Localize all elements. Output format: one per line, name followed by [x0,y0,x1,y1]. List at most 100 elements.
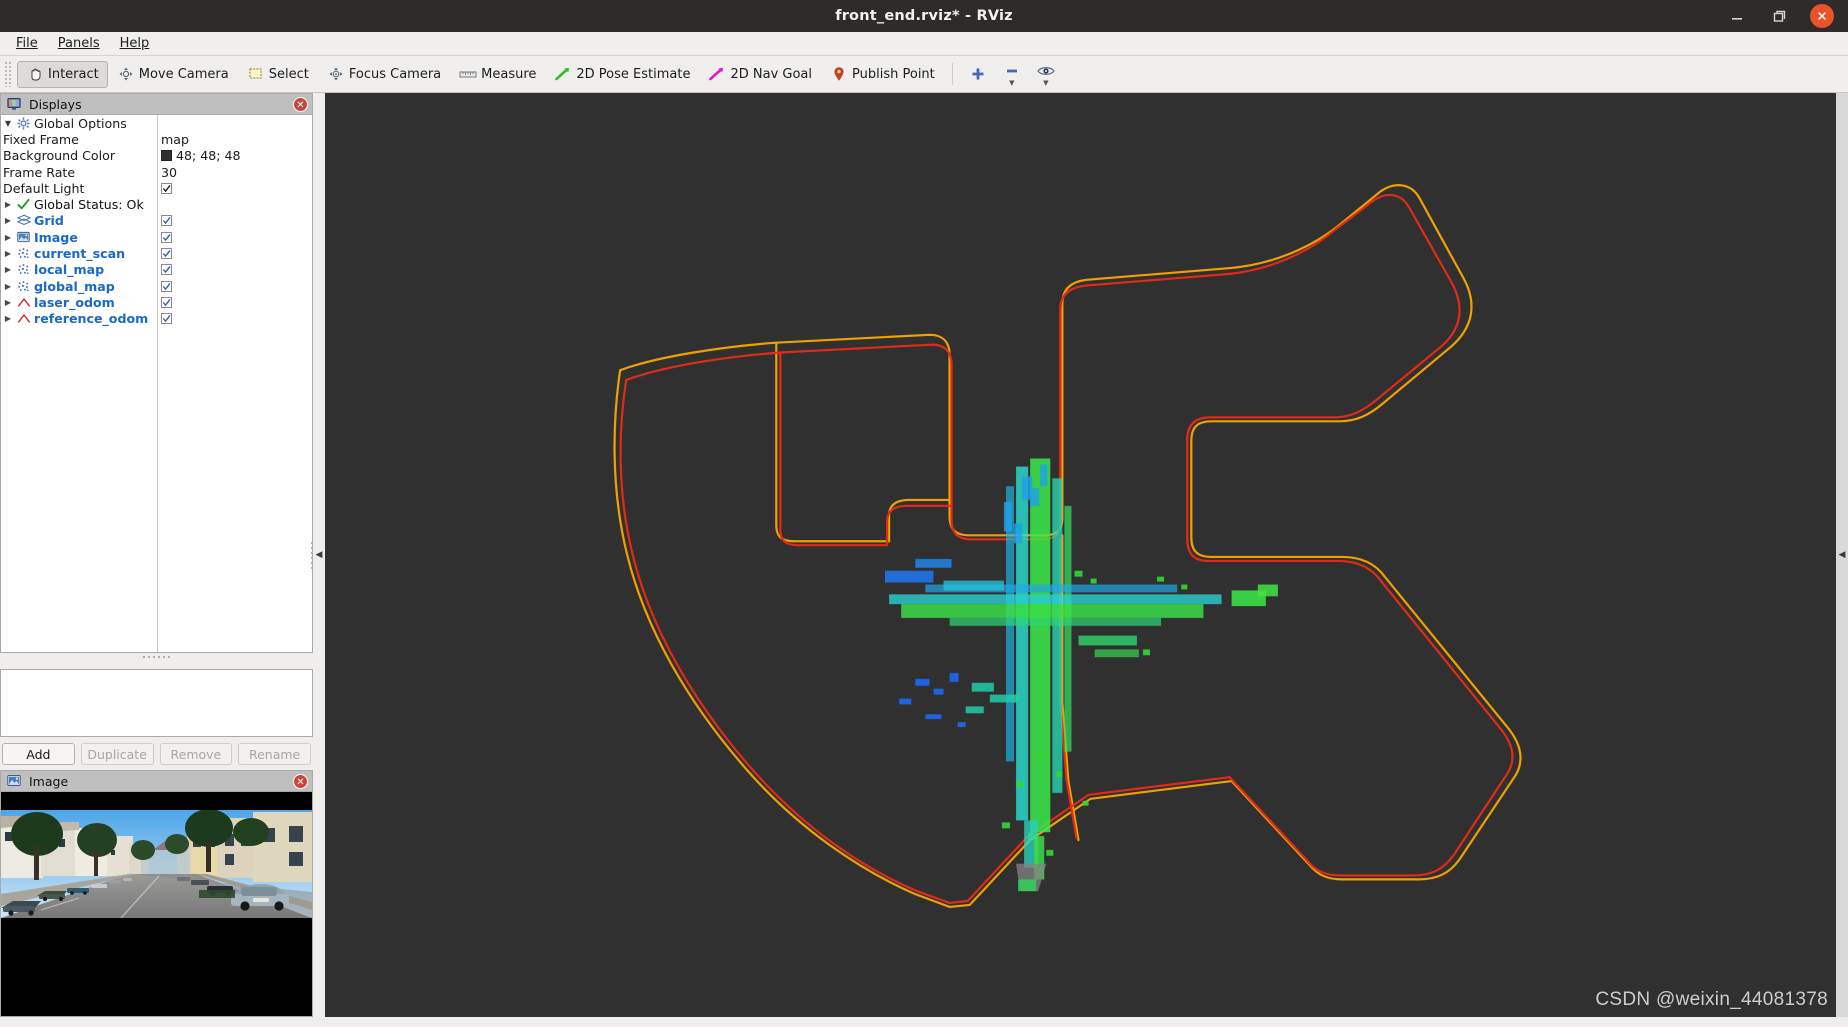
tree-value-fixed-frame[interactable]: map [161,132,189,147]
watermark-text: CSDN @weixin_44081378 [1595,989,1828,1010]
right-splitter[interactable]: ◀ [1836,93,1848,1017]
tree-row-frame-rate[interactable]: Frame Rate 30 [1,164,312,180]
checkbox-laser-odom[interactable] [161,296,172,308]
collapse-right-arrow-icon[interactable]: ◀ [1839,550,1846,560]
rviz-window: front_end.rviz* - RViz File Panels Help [0,0,1848,1027]
menu-panels[interactable]: Panels [50,33,108,55]
tree-value-reference-odom[interactable] [161,313,172,325]
odometry-icon [15,312,32,325]
tree-row-global-map[interactable]: ▶ global_map [1,278,312,294]
magenta-arrow-icon [708,65,726,83]
checkbox-default-light[interactable] [161,182,172,194]
checkbox-local-map[interactable] [161,264,172,276]
tool-measure[interactable]: Measure [450,61,545,88]
status-bar [0,1017,1848,1027]
chevron-right-icon[interactable]: ▶ [1,233,15,242]
tree-value-local-map[interactable] [161,264,172,276]
close-icon[interactable]: ✕ [293,773,308,789]
tree-row-background-color[interactable]: Background Color 48; 48; 48 [1,148,312,164]
menu-help[interactable]: Help [112,33,158,55]
image-panel-view[interactable] [0,791,313,1017]
render-view-3d[interactable]: CSDN @weixin_44081378 [325,93,1836,1017]
tree-row-current-scan[interactable]: ▶ current_scan [1,245,312,261]
chevron-right-icon[interactable]: ▶ [1,249,15,258]
displays-tree[interactable]: ▼ Global Options Fixed Frame map Backgro… [0,114,313,653]
chevron-right-icon[interactable]: ▶ [1,314,15,323]
tree-row-default-light[interactable]: Default Light [1,180,312,196]
tool-2d-pose-estimate-label: 2D Pose Estimate [576,66,691,82]
chevron-right-icon[interactable]: ▶ [1,200,15,209]
tree-row-fixed-frame[interactable]: Fixed Frame map [1,131,312,147]
close-icon[interactable] [1810,4,1834,28]
toolbar-separator [951,63,953,85]
map-pin-icon [830,65,848,83]
tree-value-global-map[interactable] [161,280,172,292]
tool-focus-camera[interactable]: Focus Camera [318,61,450,88]
add-button[interactable]: Add [2,743,75,765]
maximize-icon[interactable] [1768,5,1790,27]
tree-value-grid[interactable] [161,215,172,227]
tool-2d-nav-goal-label: 2D Nav Goal [730,66,813,82]
menu-file[interactable]: File [8,33,46,55]
tree-label-laser-odom: laser_odom [34,294,115,310]
checkbox-image[interactable] [161,231,172,243]
add-tool-button[interactable] [961,59,995,89]
checkbox-current-scan[interactable] [161,248,172,260]
tool-publish-point[interactable]: Publish Point [821,61,944,88]
menu-panels-label: Panels [57,35,100,51]
collapse-left-arrow-icon[interactable]: ◀ [316,550,323,560]
chevron-right-icon[interactable]: ▶ [1,282,15,291]
tree-row-laser-odom[interactable]: ▶ laser_odom [1,294,312,310]
tree-label-reference-odom: reference_odom [34,311,149,327]
chevron-right-icon[interactable]: ▶ [1,265,15,274]
tree-row-local-map[interactable]: ▶ local_map [1,262,312,278]
ruler-icon [459,65,477,83]
tool-move-camera-label: Move Camera [138,66,229,82]
tree-value-default-light[interactable] [161,182,172,194]
point-cloud-current-scan [885,458,1278,892]
tree-label-global-map: global_map [34,278,115,294]
tool-2d-pose-estimate[interactable]: 2D Pose Estimate [545,61,699,88]
tree-value-background-color[interactable]: 48; 48; 48 [161,148,241,163]
tree-value-laser-odom[interactable] [161,296,172,308]
left-splitter[interactable]: ◀ [311,93,325,1017]
chevron-right-icon[interactable]: ▶ [1,298,15,307]
move-camera-icon [117,65,135,83]
chevron-down-icon[interactable]: ▼ [1,119,15,128]
checkbox-grid[interactable] [161,215,172,227]
tool-focus-camera-label: Focus Camera [348,66,442,82]
tree-row-global-options[interactable]: ▼ Global Options [1,115,312,131]
tool-visibility-button[interactable]: ▼ [1029,59,1063,89]
tree-row-reference-odom[interactable]: ▶ reference_odom [1,311,312,327]
tree-row-global-status[interactable]: ▶ Global Status: Ok [1,196,312,212]
tree-value-frame-rate[interactable]: 30 [161,165,177,180]
displays-panel-header: Displays ✕ [0,93,313,114]
tree-label-image: Image [34,229,78,245]
splitter-grip [311,541,313,569]
remove-tool-button[interactable]: ▼ [995,59,1029,89]
chevron-right-icon[interactable]: ▶ [1,216,15,225]
property-detail-box[interactable] [0,669,313,737]
camera-image [1,810,312,918]
displays-splitter-handle[interactable] [0,653,313,661]
tool-interact[interactable]: Interact [17,60,108,88]
tree-row-image[interactable]: ▶ Image [1,229,312,245]
duplicate-button[interactable]: Duplicate [80,743,154,765]
remove-button[interactable]: Remove [159,743,233,765]
checkbox-reference-odom[interactable] [161,313,172,325]
tree-value-image[interactable] [161,231,172,243]
tool-select[interactable]: Select [238,61,318,88]
minimize-icon[interactable] [1726,5,1748,27]
tool-bar: Interact Move Camera Select Focus Camera… [0,56,1848,93]
rename-button[interactable]: Rename [238,743,311,765]
image-panel-icon [5,772,23,790]
checkbox-global-map[interactable] [161,280,172,292]
tool-2d-nav-goal[interactable]: 2D Nav Goal [699,61,821,88]
tree-row-grid[interactable]: ▶ Grid [1,213,312,229]
tree-value-current-scan[interactable] [161,248,172,260]
toolbar-grip[interactable] [4,61,13,87]
tool-publish-point-label: Publish Point [852,66,935,82]
image-panel-header: Image ✕ [0,770,313,791]
close-icon[interactable]: ✕ [293,96,308,112]
tool-move-camera[interactable]: Move Camera [108,61,238,88]
